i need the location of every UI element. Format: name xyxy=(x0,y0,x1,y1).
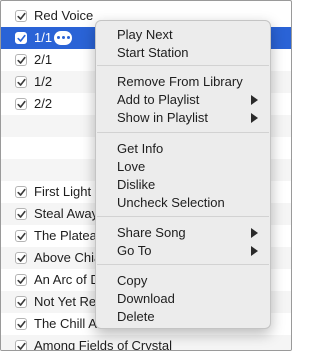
menu-separator xyxy=(97,264,269,265)
checkbox-checked-icon[interactable] xyxy=(15,186,27,198)
menu-separator xyxy=(97,132,269,133)
checkbox-checked-icon[interactable] xyxy=(15,76,27,88)
menu-item-label: Go To xyxy=(117,243,152,258)
track-row[interactable]: Among Fields of Crystal xyxy=(1,335,291,351)
menu-item-label: Delete xyxy=(117,309,155,324)
ellipsis-icon[interactable] xyxy=(54,31,72,45)
menu-item-label: Add to Playlist xyxy=(117,92,200,107)
track-title: Red Voice xyxy=(34,8,94,23)
track-title: Above Chia xyxy=(34,250,102,265)
track-title: An Arc of D xyxy=(34,272,100,287)
menu-item-show-in-playlist[interactable]: Show in Playlist xyxy=(96,109,270,127)
menu-item-share-song[interactable]: Share Song xyxy=(96,224,270,242)
menu-separator xyxy=(97,65,269,66)
menu-item-download[interactable]: Download xyxy=(96,290,270,308)
menu-item-copy[interactable]: Copy xyxy=(96,272,270,290)
menu-item-label: Love xyxy=(117,159,146,174)
menu-item-label: Copy xyxy=(117,273,148,288)
menu-item-label: Play Next xyxy=(117,27,173,42)
context-menu: Play Next Start Station Remove From Librar… xyxy=(95,20,271,329)
checkbox-checked-icon[interactable] xyxy=(15,98,27,110)
checkbox-checked-icon[interactable] xyxy=(15,252,27,264)
menu-item-uncheck-selection[interactable]: Uncheck Selection xyxy=(96,194,270,212)
checkbox-checked-icon[interactable] xyxy=(15,10,27,22)
menu-item-label: Share Song xyxy=(117,225,186,240)
checkbox-checked-icon[interactable] xyxy=(15,340,27,350)
track-title: Steal Away xyxy=(34,206,99,221)
track-title: The Chill A xyxy=(34,316,97,331)
menu-item-play-next[interactable]: Play Next xyxy=(96,26,270,44)
checkbox-checked-icon[interactable] xyxy=(15,296,27,308)
checkbox-checked-icon[interactable] xyxy=(15,208,27,220)
track-title: 1/2 xyxy=(34,74,53,89)
menu-item-label: Show in Playlist xyxy=(117,110,209,125)
track-title: 1/1 xyxy=(34,30,53,45)
menu-item-go-to[interactable]: Go To xyxy=(96,242,270,260)
checkbox-checked-icon[interactable] xyxy=(15,32,27,44)
checkbox-checked-icon[interactable] xyxy=(15,230,27,242)
submenu-arrow-icon xyxy=(251,246,258,256)
menu-item-label: Uncheck Selection xyxy=(117,195,225,210)
menu-item-label: Start Station xyxy=(117,45,189,60)
submenu-arrow-icon xyxy=(251,113,258,123)
menu-item-label: Download xyxy=(117,291,175,306)
menu-item-start-station[interactable]: Start Station xyxy=(96,44,270,62)
menu-item-label: Remove From Library xyxy=(117,74,243,89)
menu-item-delete[interactable]: Delete xyxy=(96,308,270,326)
submenu-arrow-icon xyxy=(251,95,258,105)
track-title: First Light xyxy=(34,184,92,199)
menu-item-get-info[interactable]: Get Info xyxy=(96,140,270,158)
menu-item-label: Dislike xyxy=(117,177,156,192)
menu-item-label: Get Info xyxy=(117,141,164,156)
checkbox-checked-icon[interactable] xyxy=(15,274,27,286)
checkbox-checked-icon[interactable] xyxy=(15,54,27,66)
submenu-arrow-icon xyxy=(251,228,258,238)
track-title: 2/2 xyxy=(34,96,53,111)
menu-item-remove-from-library[interactable]: Remove From Library xyxy=(96,73,270,91)
track-title: Among Fields of Crystal xyxy=(34,338,172,351)
menu-separator xyxy=(97,216,269,217)
track-title: 2/1 xyxy=(34,52,53,67)
menu-item-add-to-playlist[interactable]: Add to Playlist xyxy=(96,91,270,109)
menu-item-love[interactable]: Love xyxy=(96,158,270,176)
menu-item-dislike[interactable]: Dislike xyxy=(96,176,270,194)
checkbox-checked-icon[interactable] xyxy=(15,318,27,330)
track-title: The Plateau xyxy=(34,228,105,243)
